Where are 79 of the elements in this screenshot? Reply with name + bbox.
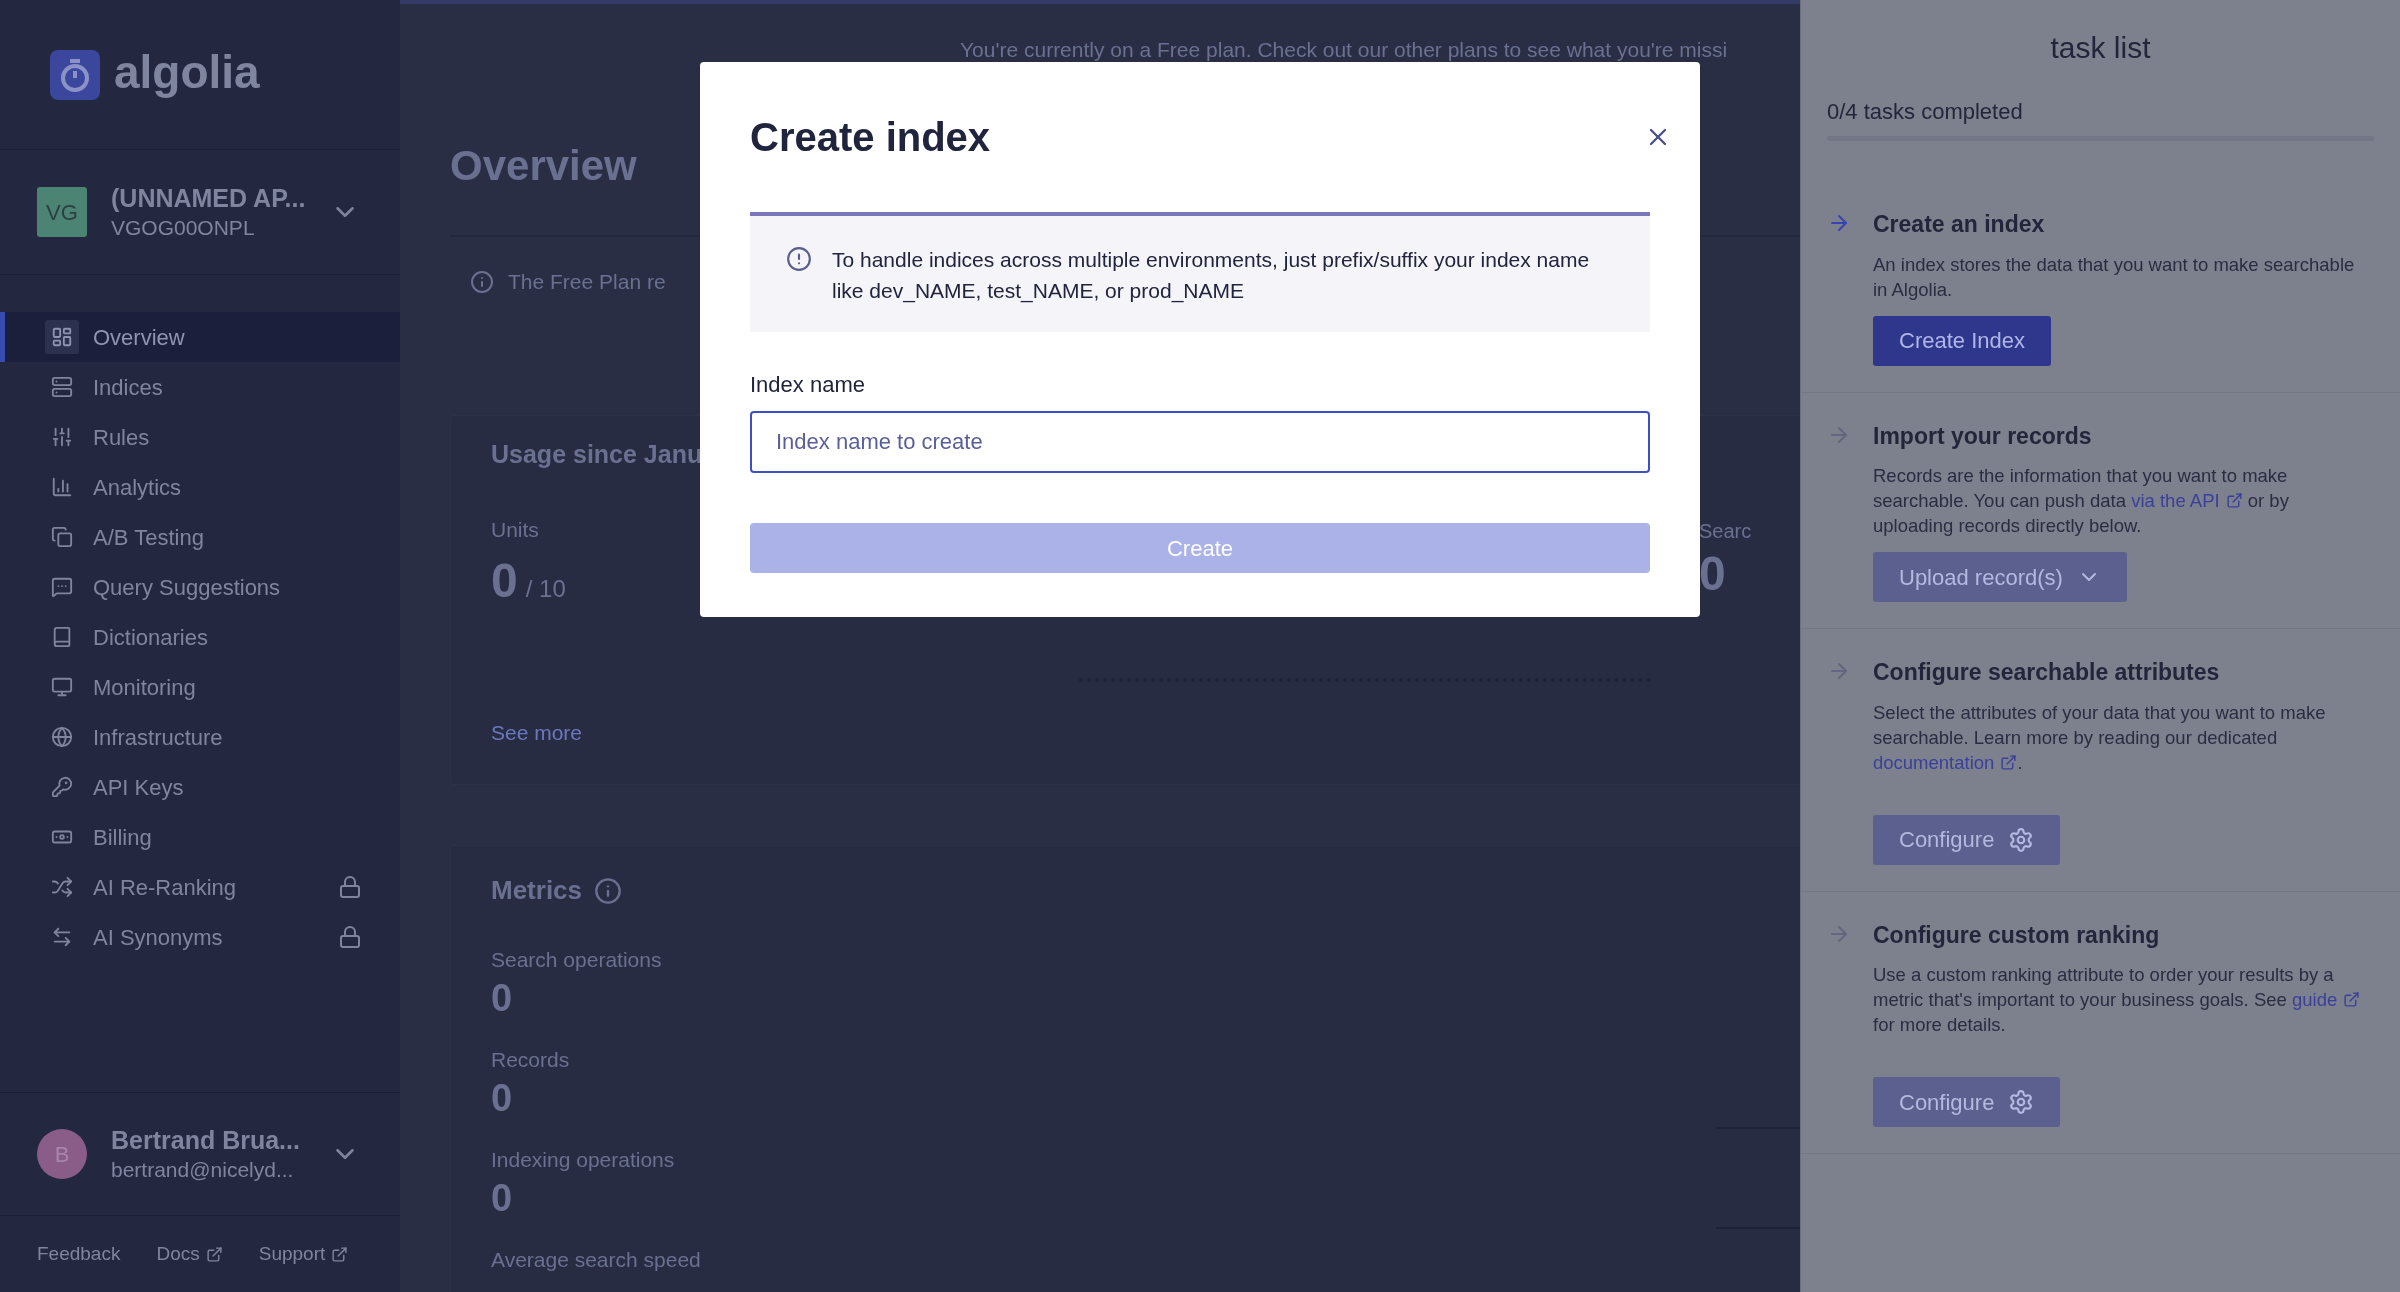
task-description: Use a custom ranking attribute to order your results by a metric that's important to your business goals. See guide for more details. (1873, 962, 2370, 1037)
search-value: 0 (1699, 546, 1727, 602)
key-icon (51, 776, 73, 798)
metric-value: 0 (491, 1175, 514, 1220)
index-name-field[interactable]: Index name to create (750, 411, 1650, 473)
server-icon (51, 376, 73, 398)
info-icon (470, 270, 494, 294)
chat-bubble-icon (51, 576, 73, 598)
metric-label: Records (491, 1047, 571, 1073)
user-email: bertrand@nicelyd... (111, 1157, 295, 1183)
plan-message: You're currently on a Free plan. Check out our other plans to see what you're missi (960, 36, 1728, 63)
nav-item[interactable]: Rules (0, 412, 400, 462)
nav-item[interactable]: A/B Testing (0, 512, 400, 562)
task-link[interactable]: guide (2291, 987, 2361, 1012)
nav-item[interactable]: AI Synonyms (0, 912, 400, 962)
see-more-link[interactable]: See more (491, 717, 583, 749)
page-title: Overview (450, 140, 637, 191)
task-title: Configure searchable attributes (1873, 658, 2220, 687)
dialog-title: Create index (750, 114, 991, 161)
bar-chart-icon (51, 476, 73, 498)
nav-item[interactable]: AI Re-Ranking (0, 862, 400, 912)
nav-item[interactable]: Monitoring (0, 662, 400, 712)
sliders-icon (51, 426, 73, 448)
task-link[interactable]: via the API (2131, 488, 2243, 513)
account-name: (UNNAMED AP... (111, 183, 307, 214)
external-link-icon (2343, 991, 2361, 1008)
info-text: To handle indices across multiple environments, just prefix/suffix your index name like dev_NAME, test_NAME, or prod_NAME (832, 247, 1591, 305)
logo-text: algolia (114, 48, 260, 100)
task-button[interactable]: Create Index (1873, 315, 2051, 366)
nav-item[interactable]: Overview (0, 312, 400, 362)
panel-title: task list (2050, 30, 2151, 66)
monitor-icon (51, 676, 73, 698)
globe-icon (51, 726, 73, 748)
settings-icon (2008, 1089, 2035, 1115)
metric-value: 0 (491, 1075, 514, 1120)
metric-label: Indexing operations (491, 1147, 676, 1173)
nav-item[interactable]: API Keys (0, 762, 400, 812)
nav-item[interactable]: Billing (0, 812, 400, 862)
task-link[interactable]: documentation (1873, 749, 2018, 775)
task-title: Import your records (1873, 421, 2092, 451)
settings-icon (2008, 826, 2035, 853)
metric-label: Search operations (491, 947, 663, 973)
left-right-arrow-icon (51, 926, 73, 948)
user-name: Bertrand Brua... (111, 1125, 301, 1156)
dashboard-icon (51, 326, 73, 348)
plan-notice: The Free Plan re (508, 269, 666, 296)
task-title: Create an index (1873, 210, 2045, 239)
units-limit: / 10 (525, 574, 566, 604)
metric-value: 0 (491, 975, 514, 1020)
nav-item[interactable]: Infrastructure (0, 712, 400, 762)
shuffle-icon (51, 876, 73, 898)
footer-link[interactable]: Support (258, 1239, 349, 1269)
account-avatar: VG (37, 187, 87, 237)
card-title: Usage since Janu (491, 439, 703, 470)
alert-icon (786, 246, 812, 272)
task-title: Configure custom ranking (1873, 920, 2160, 950)
info-icon (594, 876, 623, 905)
nav-item[interactable]: Query Suggestions (0, 562, 400, 612)
units-value: 0 (491, 553, 518, 609)
metric-label: Average search speed (491, 1247, 702, 1273)
search-label: Searc (1699, 519, 1752, 544)
nav-item[interactable]: Dictionaries (0, 612, 400, 662)
logo-icon (50, 49, 100, 100)
progress-text: 0/4 tasks completed (1827, 99, 2023, 124)
task-description: An index stores the data that you want to make searchable in Algolia. (1873, 252, 2356, 302)
external-link-icon (2000, 753, 2018, 771)
nav-item[interactable]: Analytics (0, 462, 400, 512)
task-description: Records are the information that you want to make searchable. You can push data via the API or by uploading records directly below. (1873, 464, 2290, 538)
book-icon (51, 626, 73, 648)
account-id: VGOG00ONPL (111, 215, 256, 241)
task-description: Select the attributes of your data that you want to make searchable. Learn more by reading our dedicated documentation . (1873, 700, 2327, 775)
footer-link[interactable]: Docs (156, 1239, 223, 1269)
copy-icon (51, 526, 73, 548)
footer-link[interactable]: Feedback (37, 1239, 121, 1269)
nav-item[interactable]: Indices (0, 362, 400, 412)
units-label: Units (491, 516, 540, 543)
external-link-icon (2225, 492, 2243, 509)
metrics-title: Metrics (491, 874, 583, 907)
field-label: Index name (750, 371, 865, 399)
